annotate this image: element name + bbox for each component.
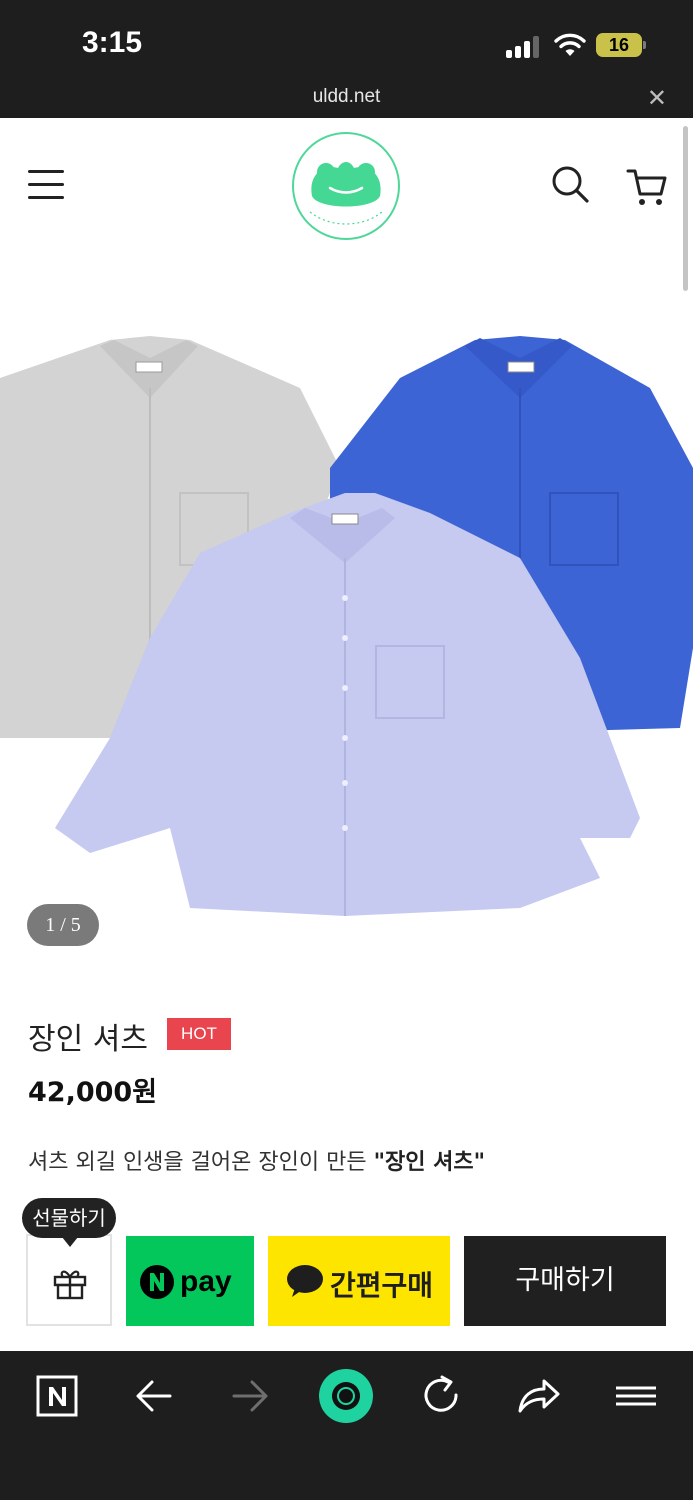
- battery-indicator: 16: [596, 33, 642, 57]
- svg-text:pay: pay: [180, 1265, 232, 1298]
- url-bar[interactable]: uldd.net ✕: [0, 80, 693, 118]
- frog-logo[interactable]: [290, 130, 402, 242]
- cart-icon[interactable]: [626, 166, 668, 208]
- hot-badge: HOT: [167, 1018, 231, 1050]
- battery-nub: [643, 41, 646, 49]
- status-time: 3:15: [82, 26, 143, 59]
- kakao-talk-icon: [287, 1265, 323, 1297]
- gift-button[interactable]: [26, 1234, 112, 1326]
- kakao-pay-button[interactable]: 간편구매: [268, 1236, 450, 1326]
- buy-button[interactable]: 구매하기: [464, 1236, 666, 1326]
- product-image-gallery[interactable]: [0, 318, 693, 938]
- npay-logo: pay: [140, 1265, 232, 1299]
- refresh-icon[interactable]: [412, 1371, 472, 1421]
- scrollbar[interactable]: [683, 126, 688, 291]
- browser-toolbar: [0, 1351, 693, 1500]
- menu-icon[interactable]: [28, 170, 64, 200]
- green-dot-icon[interactable]: [318, 1368, 374, 1424]
- wifi-icon: [554, 33, 586, 56]
- share-icon[interactable]: [508, 1371, 568, 1421]
- npay-button[interactable]: pay: [126, 1236, 254, 1326]
- gift-tooltip: 선물하기: [22, 1198, 116, 1247]
- close-icon[interactable]: ✕: [647, 84, 667, 112]
- image-counter: 1 / 5: [27, 904, 99, 946]
- product-description: 셔츠 외길 인생을 걸어온 장인이 만든 "장인 셔츠": [28, 1144, 485, 1176]
- url-text[interactable]: uldd.net: [0, 86, 693, 108]
- more-menu-icon[interactable]: [606, 1371, 666, 1421]
- description-text: 셔츠 외길 인생을 걸어온 장인이 만든: [28, 1150, 374, 1175]
- cellular-signal-icon: [506, 36, 544, 58]
- forward-arrow-icon[interactable]: [220, 1371, 280, 1421]
- gift-icon: [53, 1270, 87, 1300]
- description-highlight: "장인 셔츠": [373, 1150, 486, 1175]
- product-title: 장인 셔츠: [28, 1022, 148, 1057]
- status-bar: 3:15 16: [0, 0, 693, 80]
- back-arrow-icon[interactable]: [124, 1371, 184, 1421]
- kakao-pay-label: 간편구매: [330, 1269, 434, 1302]
- web-page: 1 / 5 장인 셔츠 HOT 42,000원 셔츠 외길 인생을 걸어온 장인…: [0, 118, 693, 1351]
- product-image: [0, 336, 693, 916]
- product-price: 42,000원: [28, 1077, 158, 1108]
- naver-home-icon[interactable]: [28, 1371, 88, 1421]
- search-icon[interactable]: [550, 164, 590, 204]
- purchase-bar: 선물하기 pay 간편구매 구매하기: [0, 1198, 693, 1351]
